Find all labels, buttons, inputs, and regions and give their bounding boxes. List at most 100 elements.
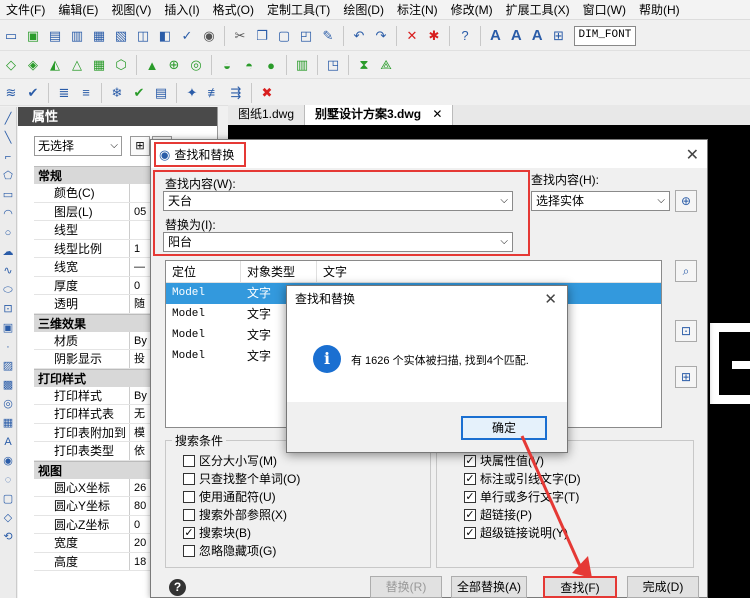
spline-icon[interactable]: ∿ (1, 264, 15, 278)
arc-icon[interactable]: ◠ (1, 207, 15, 221)
column-object-type[interactable]: 对象类型 (241, 261, 317, 283)
print-icon[interactable]: ▦ (90, 27, 108, 45)
paste-icon[interactable]: ▢ (275, 27, 293, 45)
gradient-icon[interactable]: ▩ (1, 378, 15, 392)
boundary-icon[interactable]: ◇ (1, 511, 15, 525)
grid-sphere-icon[interactable]: ⊕ (165, 56, 183, 74)
menu-item[interactable]: 修改(M) (445, 0, 500, 20)
option-checkbox[interactable]: ✓ 超链接(P) (464, 506, 532, 523)
torus-icon[interactable]: ◎ (187, 56, 205, 74)
menu-item[interactable]: 编辑(E) (52, 0, 105, 20)
pyramid-icon[interactable]: ▲ (143, 56, 161, 74)
menu-item[interactable]: 绘图(D) (337, 0, 391, 20)
cylinder-icon[interactable]: ⬡ (112, 56, 130, 74)
circle-icon[interactable]: ○ (1, 226, 15, 240)
checkbox-checked-icon[interactable]: ✓ (464, 454, 476, 467)
menu-item[interactable]: 文件(F) (0, 0, 52, 20)
checkbox-checked-icon[interactable]: ✓ (464, 472, 476, 485)
binoculars-icon[interactable]: ◉ (200, 27, 218, 45)
delete-icon[interactable]: ✕ (403, 27, 421, 45)
plot-icon[interactable]: ▧ (112, 27, 130, 45)
close-icon[interactable]: ✕ (544, 286, 557, 313)
help-icon[interactable]: ? (456, 27, 474, 45)
option-checkbox[interactable]: 忽略隐藏项(G) (183, 542, 276, 559)
print-preview-icon[interactable]: ◫ (134, 27, 152, 45)
option-checkbox[interactable]: ✓ 超级链接说明(Y) (464, 524, 568, 541)
undo-icon[interactable]: ↶ (350, 27, 368, 45)
find-button[interactable]: 查找(F) (543, 576, 617, 598)
close-tab-icon[interactable]: ✕ (432, 107, 442, 121)
hatch-icon[interactable]: ▨ (1, 359, 15, 373)
extrude-icon[interactable]: ⧗ (355, 56, 373, 74)
option-checkbox[interactable]: 区分大小写(M) (183, 452, 277, 469)
layer-previous-icon[interactable]: ≣ (55, 84, 73, 102)
ok-button[interactable]: 确定 (461, 416, 547, 440)
option-checkbox[interactable]: 只查找整个单词(O) (183, 470, 300, 487)
slice-icon[interactable]: ▥ (293, 56, 311, 74)
tab-villa-design[interactable]: 别墅设计方案3.dwg ✕ (305, 105, 454, 125)
menu-item[interactable]: 定制工具(T) (261, 0, 337, 20)
dim-style-field[interactable]: DIM_FONT (573, 25, 636, 46)
save-icon[interactable]: ▤ (46, 27, 64, 45)
checkbox-empty-icon[interactable] (183, 508, 195, 521)
checkbox-empty-icon[interactable] (183, 544, 195, 557)
replace-all-button[interactable]: 全部替换(A) (451, 576, 527, 598)
polyline-icon[interactable]: ⌐ (1, 150, 15, 164)
paste-special-icon[interactable]: ◰ (297, 27, 315, 45)
create-selection-button[interactable]: ⊡ (675, 320, 697, 342)
table-icon[interactable]: ▦ (1, 416, 15, 430)
menu-item[interactable]: 格式(O) (207, 0, 261, 20)
help-icon[interactable]: ? (169, 579, 186, 596)
text-style-icon[interactable]: A (490, 27, 501, 44)
menu-item[interactable]: 帮助(H) (633, 0, 687, 20)
option-checkbox[interactable]: ✓ 块属性值(V) (464, 452, 544, 469)
helix-icon[interactable]: ⟲ (1, 530, 15, 544)
mesh-icon[interactable]: ▦ (90, 56, 108, 74)
cloud-icon[interactable]: ☁ (1, 245, 15, 259)
done-button[interactable]: 完成(D) (627, 576, 699, 598)
layer-state-icon[interactable]: ✦ (183, 84, 201, 102)
mtext-icon[interactable]: A (1, 435, 15, 449)
ellipse-icon[interactable]: ⬭ (1, 283, 15, 297)
menu-item[interactable]: 插入(I) (158, 0, 206, 20)
point-icon[interactable]: · (1, 340, 15, 354)
layer-delete-icon[interactable]: ✖ (258, 84, 276, 102)
select-all-results-button[interactable]: ⊞ (675, 366, 697, 388)
menu-item[interactable]: 视图(V) (105, 0, 158, 20)
dish-icon[interactable]: ◒ (218, 56, 236, 74)
torus-3d-icon[interactable]: ● (262, 56, 280, 74)
text-scale-icon[interactable]: ⊞ (550, 27, 568, 45)
toggle-pickadd-button[interactable]: ⊞ (130, 136, 150, 156)
replace-button[interactable]: 替换(R) (370, 576, 442, 598)
layer-isolate-icon[interactable]: ≡ (77, 84, 95, 102)
wedge-3d-icon[interactable]: ◭ (46, 56, 64, 74)
select-objects-button[interactable]: ⊕ (675, 190, 697, 212)
checkbox-empty-icon[interactable] (183, 490, 195, 503)
checkbox-empty-icon[interactable] (183, 472, 195, 485)
wipeout-icon[interactable]: ▢ (1, 492, 15, 506)
option-checkbox[interactable]: ✓ 搜索块(B) (183, 524, 251, 541)
layer-freeze-icon[interactable]: ❄ (108, 84, 126, 102)
checkbox-empty-icon[interactable] (183, 454, 195, 467)
spell-check-icon[interactable]: ✓ (178, 27, 196, 45)
revcloud-icon[interactable]: ◌ (1, 473, 15, 487)
open-file-icon[interactable]: ▣ (24, 27, 42, 45)
publish-icon[interactable]: ◧ (156, 27, 174, 45)
purge-icon[interactable]: ✱ (425, 27, 443, 45)
line-icon[interactable]: ╱ (1, 112, 15, 126)
match-properties-icon[interactable]: ✎ (319, 27, 337, 45)
donut-icon[interactable]: ◉ (1, 454, 15, 468)
option-checkbox[interactable]: 搜索外部参照(X) (183, 506, 287, 523)
column-text[interactable]: 文字 (317, 261, 661, 283)
column-location[interactable]: 定位 (166, 261, 241, 283)
close-icon[interactable]: ✕ (686, 145, 699, 165)
text-find-icon[interactable]: A (532, 27, 543, 44)
layer-merge-icon[interactable]: ⇶ (227, 84, 245, 102)
option-checkbox[interactable]: 使用通配符(U) (183, 488, 276, 505)
ray-icon[interactable]: ╲ (1, 131, 15, 145)
region-icon[interactable]: ◎ (1, 397, 15, 411)
polygon-icon[interactable]: ⬠ (1, 169, 15, 183)
checkbox-checked-icon[interactable]: ✓ (183, 526, 195, 539)
section-icon[interactable]: ◳ (324, 56, 342, 74)
cone-3d-icon[interactable]: △ (68, 56, 86, 74)
